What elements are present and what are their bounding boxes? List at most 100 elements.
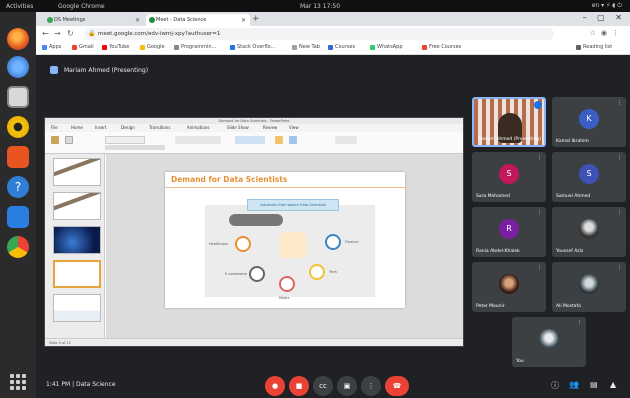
help-icon[interactable]: ?: [7, 176, 29, 198]
slide-pill-shape: [229, 214, 283, 226]
activities-button[interactable]: Activities: [6, 3, 33, 10]
paste-icon[interactable]: [51, 136, 59, 144]
bookmark-item[interactable]: New Tab: [292, 44, 320, 50]
bold-icon[interactable]: [105, 145, 165, 150]
present-button[interactable]: ▣: [337, 376, 357, 396]
app-menu[interactable]: Google Chrome: [58, 3, 105, 10]
participant-name: You: [516, 359, 524, 364]
node-tech-icon: [309, 264, 325, 280]
tab-strip: DS Meetings ✕ Meet - Data Science ✕ + – …: [36, 12, 630, 26]
reload-icon[interactable]: ↻: [67, 29, 74, 38]
participant-tile[interactable]: ⋮ R Rania Abdel-Khalek: [472, 207, 546, 257]
chrome-icon[interactable]: [7, 236, 29, 258]
tab-ds-meetings[interactable]: DS Meetings ✕: [44, 14, 144, 26]
slide-thumbnail[interactable]: [53, 158, 101, 186]
meeting-controls-bar: 1:41 PM | Data Science ● ■ cc ▣ ⋮ ☎ ⓘ 👥 …: [36, 375, 630, 398]
writer-icon[interactable]: [7, 206, 29, 228]
ppt-menu-item[interactable]: Slide Show: [227, 125, 249, 130]
find-icon[interactable]: [335, 136, 357, 144]
participant-tile[interactable]: ⋮ S Samuel Ahmed: [552, 152, 626, 202]
node-ecommerce-icon: [249, 266, 265, 282]
participant-name: Samuel Ahmed: [556, 194, 591, 199]
bookmark-item[interactable]: Apps: [42, 44, 61, 50]
hub-people-icon: [279, 232, 307, 258]
clock[interactable]: Mar 13 17:50: [300, 3, 340, 10]
participant-tile[interactable]: ⋮ K Kamal Ibrahim: [552, 97, 626, 147]
participant-tile-presenter[interactable]: Mariam Ahmed (Presenting): [472, 97, 546, 147]
slide-canvas: Demand for Data Scientists Industries th…: [106, 154, 463, 338]
dock: ?: [0, 12, 36, 398]
font-icon[interactable]: [105, 136, 145, 144]
more-options-button[interactable]: ⋮: [361, 376, 381, 396]
bookmark-item[interactable]: Free Courses: [422, 44, 461, 50]
meet-page: Mariam Ahmed (Presenting) Demand for Dat…: [36, 55, 630, 398]
shapes-icon[interactable]: [235, 136, 265, 144]
back-arrow-icon[interactable]: ←: [42, 29, 49, 38]
ppt-menu-item[interactable]: Design: [121, 125, 135, 130]
new-slide-icon[interactable]: [65, 136, 73, 144]
node-label: Finance: [345, 240, 359, 244]
ppt-menu-item[interactable]: File: [51, 125, 58, 130]
ppt-menu-item[interactable]: Animations: [187, 125, 209, 130]
window-controls[interactable]: – ▢ ✕: [583, 13, 626, 22]
bookmark-item[interactable]: Programmin...: [174, 44, 216, 50]
software-center-icon[interactable]: [7, 146, 29, 168]
system-tray[interactable]: en ▾ ⚡ ◖ ⏻: [592, 2, 622, 10]
slide-thumbnail-selected[interactable]: [53, 260, 101, 288]
participant-name: Peter Mounir: [476, 304, 505, 309]
quick-styles-icon[interactable]: [289, 136, 297, 144]
shared-screen[interactable]: Demand for Data Scientists - PowerPoint …: [44, 117, 464, 347]
bookmark-item[interactable]: Google: [140, 44, 165, 50]
paragraph-icon[interactable]: [175, 136, 221, 144]
toolbar-extension-icons[interactable]: ☆◉⋮: [590, 29, 624, 37]
ppt-menu-item[interactable]: Review: [263, 125, 277, 130]
ppt-menu-item[interactable]: Home: [71, 125, 83, 130]
bookmark-item[interactable]: Courses: [328, 44, 355, 50]
node-media-icon: [279, 276, 295, 292]
slide[interactable]: Demand for Data Scientists Industries th…: [165, 172, 405, 308]
bookmark-item[interactable]: YouTube: [102, 44, 129, 50]
address-bar[interactable]: 🔒 meet.google.com/edv-iwmj-xpy?authuser=…: [84, 28, 554, 40]
meeting-details-icon[interactable]: ⓘ: [551, 380, 559, 391]
participant-tile[interactable]: ⋮ Peter Mounir: [472, 262, 546, 312]
thunderbird-icon[interactable]: [7, 56, 29, 78]
tab-meet[interactable]: Meet - Data Science ✕: [146, 14, 250, 26]
slide-thumbnail[interactable]: [53, 294, 101, 322]
arrange-icon[interactable]: [275, 136, 283, 144]
people-icon[interactable]: 👥: [569, 380, 579, 389]
hang-up-button[interactable]: ☎: [385, 376, 409, 396]
node-healthcare-icon: [235, 236, 251, 252]
participant-tile[interactable]: ⋮ Ali Mostafa: [552, 262, 626, 312]
ppt-menu-item[interactable]: Transitions: [149, 125, 170, 130]
slide-thumbnail-panel: [45, 154, 105, 338]
participant-tile[interactable]: ⋮ S Sara Mohamed: [472, 152, 546, 202]
tab-close-icon[interactable]: ✕: [241, 17, 246, 24]
mic-off-button[interactable]: ●: [265, 376, 285, 396]
chat-icon[interactable]: ▤: [590, 380, 598, 389]
camera-off-button[interactable]: ■: [289, 376, 309, 396]
bookmark-item[interactable]: Reading list: [576, 44, 612, 50]
rhythmbox-icon[interactable]: [7, 116, 29, 138]
forward-arrow-icon[interactable]: →: [54, 29, 61, 38]
self-view-tile[interactable]: ⋮ You: [512, 317, 586, 367]
speaking-icon: [534, 101, 542, 109]
captions-button[interactable]: cc: [313, 376, 333, 396]
firefox-icon[interactable]: [7, 28, 29, 50]
avatar-photo: [539, 329, 559, 349]
bookmark-item[interactable]: Stack Overflo...: [230, 44, 275, 50]
tab-label: Meet - Data Science: [156, 17, 207, 23]
slide-thumbnail[interactable]: [53, 226, 101, 254]
tab-close-icon[interactable]: ✕: [135, 17, 140, 24]
bookmark-item[interactable]: Gmail: [72, 44, 94, 50]
ppt-menu-item[interactable]: Insert: [95, 125, 106, 130]
mic-off-icon: ⋮: [537, 210, 542, 216]
activities-icon[interactable]: ▲: [610, 380, 616, 389]
files-icon[interactable]: [7, 86, 29, 108]
desktop: Activities Google Chrome Mar 13 17:50 en…: [0, 0, 630, 398]
new-tab-button[interactable]: +: [252, 14, 260, 24]
show-applications-icon[interactable]: [10, 374, 26, 390]
slide-thumbnail[interactable]: [53, 192, 101, 220]
participant-tile[interactable]: ⋮ Youssef Aziz: [552, 207, 626, 257]
ppt-menu-item[interactable]: View: [289, 125, 299, 130]
bookmark-item[interactable]: WhatsApp: [370, 44, 403, 50]
